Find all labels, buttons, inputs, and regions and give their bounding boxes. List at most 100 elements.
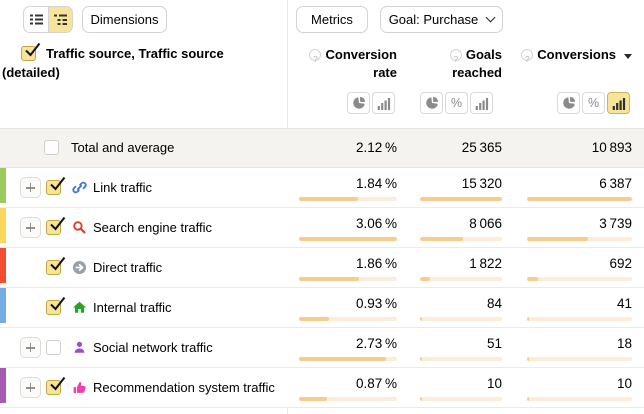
goals-reached-value: 15 320	[462, 175, 502, 193]
goals-reached-value: 1 822	[469, 255, 502, 273]
conversion-rate-value: 2.73 %	[356, 335, 397, 353]
total-row: Total and average 2.12 % 25 365 10 893	[0, 128, 644, 168]
help-icon[interactable]	[521, 49, 533, 61]
checkmark-icon	[47, 175, 66, 194]
pie-chart-icon[interactable]	[557, 92, 580, 114]
goals-reached-value: 10	[487, 375, 502, 393]
conversions-value: 692	[609, 255, 632, 273]
link-icon	[72, 180, 87, 195]
goals-reached-bar	[420, 237, 502, 241]
metrics-button[interactable]: Metrics	[296, 6, 368, 33]
list-icon	[29, 12, 44, 27]
total-conversion-rate: 2.12 %	[356, 129, 397, 167]
column-header-conversion-rate[interactable]: Conversion rate	[302, 46, 397, 82]
row-label[interactable]: Link traffic	[93, 168, 152, 207]
goals-reached-chart-toggles: %	[420, 92, 493, 114]
row-checkbox[interactable]	[46, 380, 61, 395]
row-checkbox[interactable]	[46, 260, 61, 275]
goal-selector[interactable]: Goal: Purchase	[380, 6, 503, 33]
row-label[interactable]: Social network traffic	[93, 328, 213, 367]
row-label[interactable]: Search engine traffic	[93, 208, 212, 247]
conversions-value: 6 387	[599, 175, 632, 193]
dimensions-button[interactable]: Dimensions	[82, 6, 167, 33]
row-checkbox[interactable]	[46, 180, 61, 195]
tree-view-button[interactable]	[48, 6, 73, 33]
goals-reached-bar	[420, 197, 502, 201]
row-label[interactable]: Direct traffic	[93, 248, 162, 287]
conversion-rate-bar	[299, 277, 397, 281]
conversions-value: 18	[617, 335, 632, 353]
column-header-label: Conversions	[537, 47, 616, 62]
traffic-sources-report: Dimensions Metrics Goal: Purchase Traffi…	[0, 0, 644, 414]
checkmark-icon	[47, 375, 66, 394]
column-header-label: Conversion rate	[325, 47, 397, 80]
conversions-value: 10	[617, 375, 632, 393]
row-checkbox[interactable]	[46, 300, 61, 315]
row-color-stripe	[0, 328, 6, 363]
conversions-bar	[527, 197, 632, 201]
conversions-bar	[527, 397, 632, 401]
column-header-goals-reached[interactable]: Goals reached	[407, 46, 502, 82]
goals-reached-bar	[420, 277, 502, 281]
person-icon	[72, 340, 87, 355]
conversion-rate-value: 1.86 %	[356, 255, 397, 273]
table-row: Direct traffic 1.86 % 1 822 692	[0, 248, 644, 288]
total-row-label: Total and average	[71, 129, 174, 167]
conversion-rate-bar	[299, 197, 397, 201]
row-label[interactable]: Internal traffic	[93, 288, 172, 327]
row-checkbox[interactable]	[46, 220, 61, 235]
tree-icon	[53, 12, 68, 27]
expand-button[interactable]	[20, 337, 41, 358]
goals-reached-bar	[420, 397, 502, 401]
expand-button[interactable]	[20, 377, 41, 398]
checkmark-icon	[47, 215, 66, 234]
row-checkbox[interactable]	[46, 340, 61, 355]
help-icon[interactable]	[309, 49, 321, 61]
percent-icon[interactable]: %	[582, 92, 605, 114]
sort-desc-icon	[624, 54, 632, 59]
expand-button[interactable]	[20, 217, 41, 238]
table-row: Link traffic 1.84 % 15 320 6 387	[0, 168, 644, 208]
conversion-rate-chart-toggles	[347, 92, 395, 114]
help-icon[interactable]	[450, 49, 462, 61]
table-row: Social network traffic 2.73 % 51 18	[0, 328, 644, 368]
pie-chart-icon[interactable]	[420, 92, 443, 114]
bar-chart-icon[interactable]	[470, 92, 493, 114]
conversions-value: 41	[617, 295, 632, 313]
home-icon	[72, 300, 87, 315]
dimension-header: Traffic source, Traffic source (detailed…	[2, 44, 282, 82]
goals-reached-value: 51	[487, 335, 502, 353]
conversions-value: 3 739	[599, 215, 632, 233]
bar-chart-icon[interactable]	[607, 92, 630, 114]
row-color-stripe	[0, 168, 6, 203]
conversion-rate-value: 0.93 %	[356, 295, 397, 313]
table-row: Recommendation system traffic 0.87 % 10 …	[0, 368, 644, 408]
table-row: Internal traffic 0.93 % 84 41	[0, 288, 644, 328]
direct-arrow-icon	[72, 260, 87, 275]
row-color-stripe	[0, 368, 6, 403]
checkmark-icon	[47, 255, 66, 274]
row-color-stripe	[0, 248, 6, 283]
goals-reached-value: 8 066	[469, 215, 502, 233]
row-label[interactable]: Recommendation system traffic	[93, 368, 275, 407]
list-view-button[interactable]	[23, 6, 48, 33]
expand-button[interactable]	[20, 177, 41, 198]
view-mode-toggle	[23, 6, 73, 33]
checkmark-icon	[47, 295, 66, 314]
goal-selector-label: Goal: Purchase	[389, 12, 479, 27]
column-header-conversions[interactable]: Conversions	[509, 46, 632, 64]
goals-reached-bar	[420, 317, 502, 321]
pie-chart-icon[interactable]	[347, 92, 370, 114]
conversions-bar	[527, 357, 632, 361]
bar-chart-icon[interactable]	[372, 92, 395, 114]
conversion-rate-bar	[299, 397, 397, 401]
conversions-chart-toggles: %	[557, 92, 630, 114]
conversions-bar	[527, 237, 632, 241]
table-body: Link traffic 1.84 % 15 320 6 387 Search …	[0, 168, 644, 408]
conversions-bar	[527, 277, 632, 281]
percent-icon[interactable]: %	[445, 92, 468, 114]
conversion-rate-bar	[299, 317, 397, 321]
row-color-stripe	[0, 208, 6, 243]
thumbs-up-icon	[72, 380, 87, 395]
total-row-checkbox[interactable]	[44, 140, 59, 155]
